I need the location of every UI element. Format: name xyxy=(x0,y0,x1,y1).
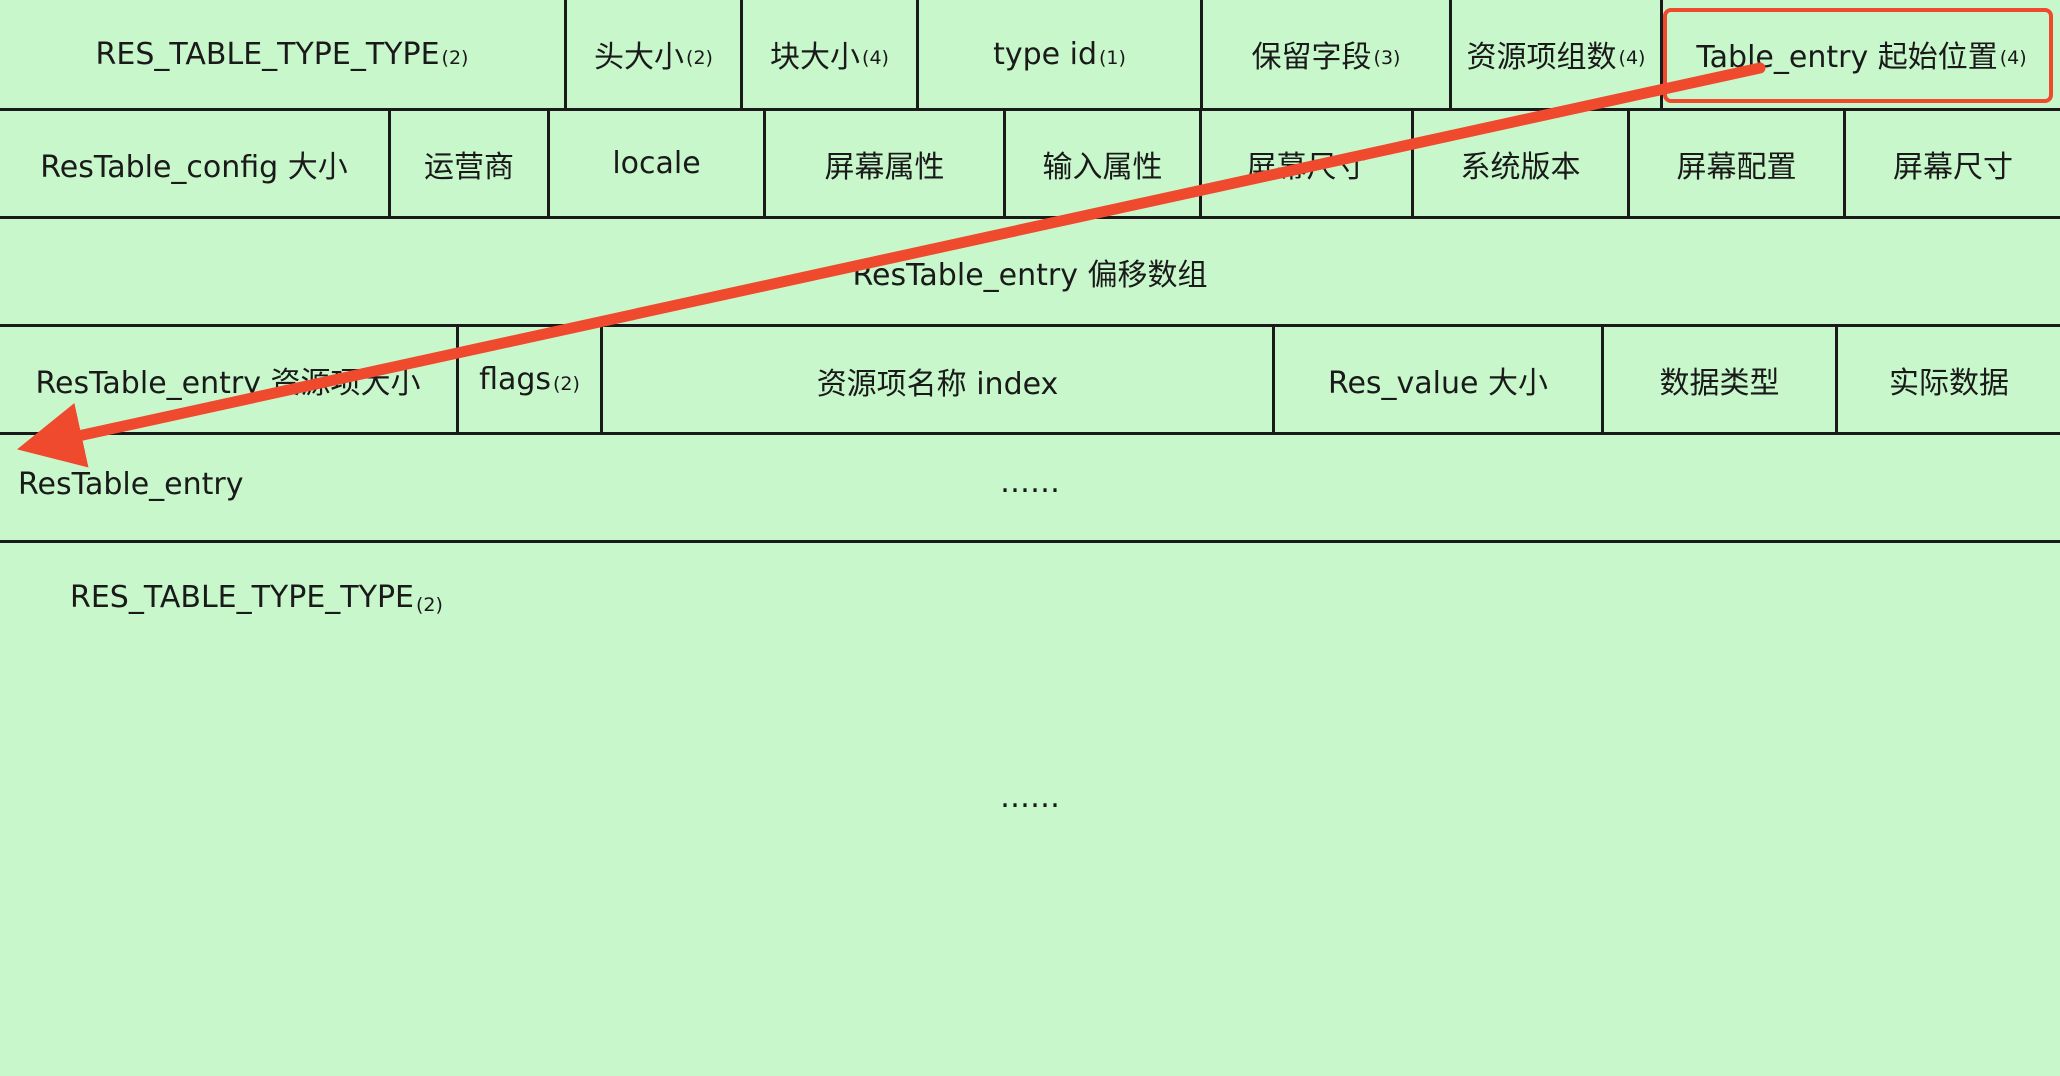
cell-label: Res_value 大小 xyxy=(1327,365,1549,401)
cell-label: flags xyxy=(479,362,552,397)
cell-data-type: 数据类型 xyxy=(1604,327,1838,432)
cell-label: type id xyxy=(993,36,1097,72)
cell-carrier: 运营商 xyxy=(391,111,550,216)
cell-entry-size: ResTable_entry 资源项大小 xyxy=(0,327,459,432)
cell-value-size: Res_value 大小 xyxy=(1275,327,1604,432)
cell-input-props: 输入属性 xyxy=(1006,111,1202,216)
cell-header-size: 头大小 (2) xyxy=(567,0,743,108)
next-chunk-ellipsis: …… xyxy=(1000,780,1060,815)
cell-size: (4) xyxy=(1999,47,2027,69)
cell-size: (2) xyxy=(416,594,443,616)
entry-row: ResTable_entry 资源项大小 flags (2) 资源项名称 inde… xyxy=(0,327,2060,435)
entry-offsets-row: ResTable_entry 偏移数组 xyxy=(0,219,2060,327)
entry-more-label: ResTable_entry xyxy=(18,467,244,502)
cell-label: 资源项组数 xyxy=(1466,40,1617,75)
cell-size: (2) xyxy=(441,47,469,69)
more-entries-row: ResTable_entry …… xyxy=(0,435,2060,543)
cell-label: RES_TABLE_TYPE_TYPE xyxy=(70,580,415,615)
cell-size: (2) xyxy=(686,47,713,69)
cell-label: 数据类型 xyxy=(1659,365,1780,401)
cell-sdk-version: 系统版本 xyxy=(1414,111,1630,216)
cell-data-value: 实际数据 xyxy=(1838,327,2060,432)
cell-entries-start: Table_entry 起始位置 (4) xyxy=(1663,0,2060,108)
entry-ellipsis: …… xyxy=(1000,465,1060,500)
cell-size: (4) xyxy=(862,47,889,69)
cell-config-size: ResTable_config 大小 xyxy=(0,111,391,216)
cell-label: 头大小 xyxy=(594,40,685,75)
cell-reserved: 保留字段 (3) xyxy=(1203,0,1452,108)
cell-key-index: 资源项名称 index xyxy=(603,327,1275,432)
cell-label: 实际数据 xyxy=(1889,365,2009,401)
cell-label: 块大小 xyxy=(770,40,861,75)
cell-screen-props: 屏幕属性 xyxy=(766,111,1006,216)
cell-entry-offsets: ResTable_entry 偏移数组 xyxy=(852,257,1208,293)
cell-screen-size: 屏幕尺寸 xyxy=(1202,111,1414,216)
next-chunk-label: RES_TABLE_TYPE_TYPE (2) xyxy=(70,580,443,616)
cell-size: (2) xyxy=(553,372,580,395)
res-table-type-diagram: RES_TABLE_TYPE_TYPE (2) 头大小 (2) 块大小 (4) typ… xyxy=(0,0,2060,1076)
config-row: ResTable_config 大小 运营商 locale 屏幕属性 输入属性 … xyxy=(0,111,2060,219)
cell-label: ResTable_entry 资源项大小 xyxy=(35,365,421,401)
cell-type-id: type id (1) xyxy=(919,0,1203,108)
cell-entry-count: 资源项组数 (4) xyxy=(1452,0,1663,108)
cell-label: Table_entry 起始位置 xyxy=(1696,40,1998,75)
cell-label: 资源项名称 index xyxy=(816,367,1059,402)
cell-locale: locale xyxy=(550,111,766,216)
cell-screen-config: 屏幕配置 xyxy=(1630,111,1846,216)
cell-size: (3) xyxy=(1373,47,1401,69)
cell-label: RES_TABLE_TYPE_TYPE xyxy=(95,36,440,72)
cell-size: (4) xyxy=(1618,47,1646,69)
cell-size: (1) xyxy=(1099,47,1126,69)
cell-label: 保留字段 xyxy=(1251,40,1372,75)
cell-screen-size-dp: 屏幕尺寸 xyxy=(1893,149,2013,185)
cell-flags: flags (2) xyxy=(459,327,603,432)
cell-chunk-size: 块大小 (4) xyxy=(743,0,919,108)
cell-chunk-type: RES_TABLE_TYPE_TYPE (2) xyxy=(0,0,567,108)
type-chunk-header-row: RES_TABLE_TYPE_TYPE (2) 头大小 (2) 块大小 (4) typ… xyxy=(0,0,2060,111)
